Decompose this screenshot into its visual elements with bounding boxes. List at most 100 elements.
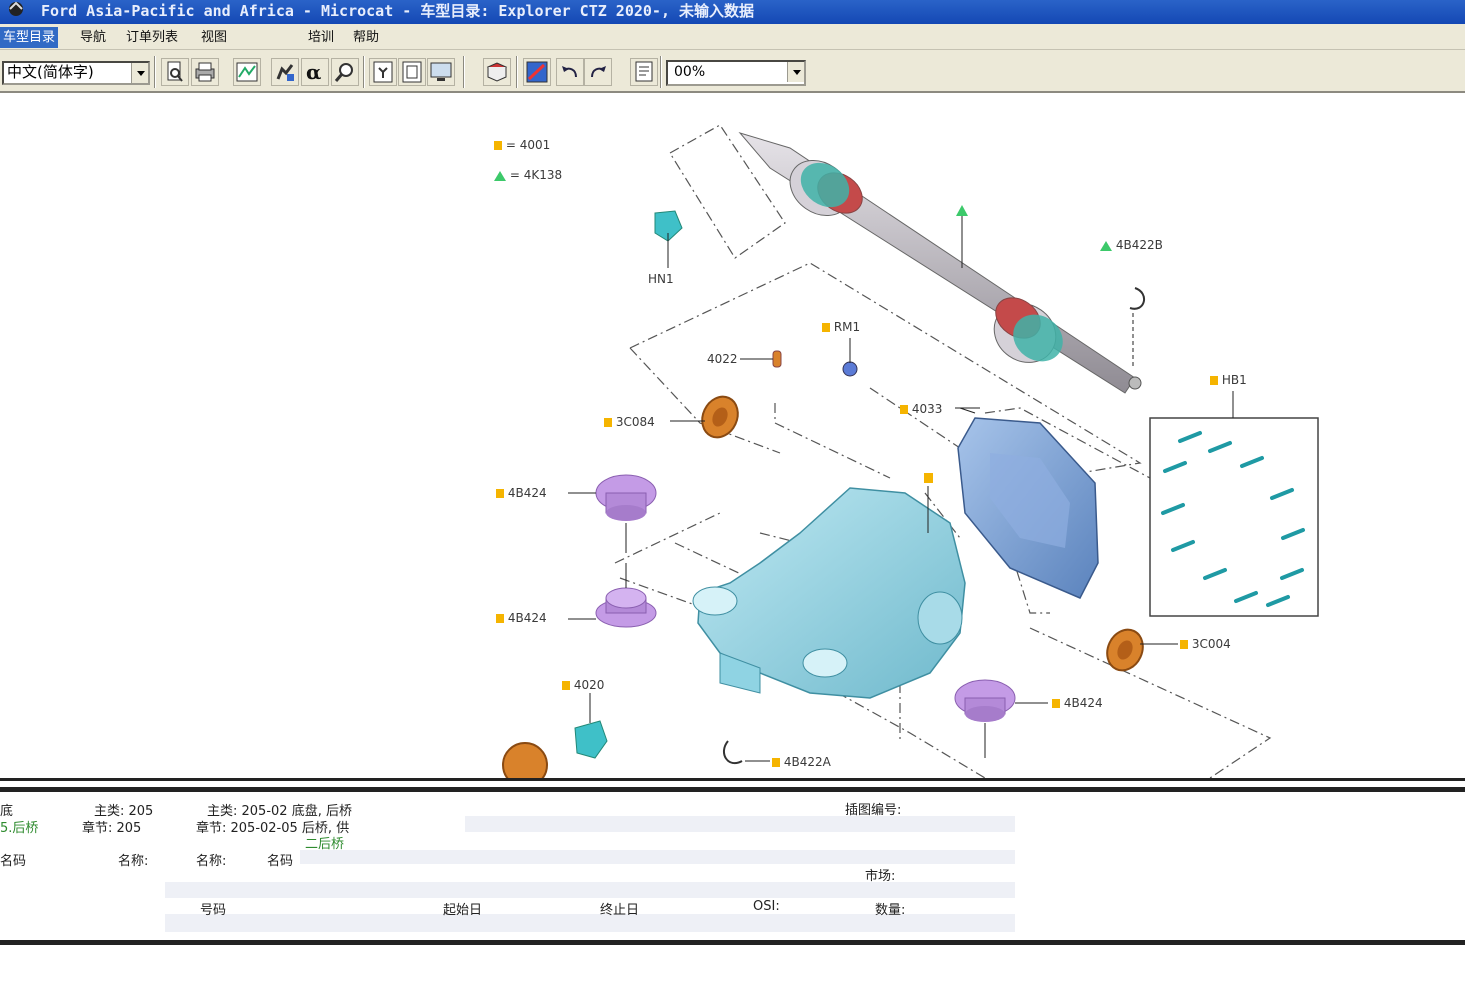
- callout-4022[interactable]: 4022: [707, 352, 738, 366]
- callout-4b424-upper[interactable]: 4B424: [496, 486, 547, 500]
- callout-4b422b[interactable]: 4B422B: [1100, 238, 1163, 252]
- name-label-1: 名称:: [118, 854, 149, 869]
- callout-4b422a[interactable]: 4B422A: [772, 755, 831, 769]
- frame-select-button[interactable]: [369, 58, 397, 86]
- book-icon: [486, 62, 508, 82]
- monitor-icon: [430, 62, 452, 81]
- map-button[interactable]: [233, 58, 261, 86]
- title-bar: Ford Asia-Pacific and Africa - Microcat …: [0, 0, 1465, 24]
- redo-icon: [591, 66, 606, 78]
- col-quantity: 数量:: [875, 903, 906, 918]
- callout-hn1[interactable]: HN1: [648, 272, 674, 286]
- undo-button[interactable]: [556, 58, 584, 86]
- menu-navigation[interactable]: 导航: [77, 27, 109, 48]
- col-number: 号码: [200, 903, 227, 918]
- name-label-2: 名称:: [196, 854, 227, 869]
- callout-3c004[interactable]: 3C004: [1180, 637, 1231, 651]
- frame-icon: [402, 61, 422, 83]
- toolbar-separator: [463, 56, 465, 88]
- square-marker-icon: [562, 681, 570, 690]
- language-value: 中文(简体字): [7, 63, 94, 81]
- square-marker-icon: [1052, 699, 1060, 708]
- square-marker-icon: [822, 323, 830, 332]
- triangle-marker: [956, 205, 968, 216]
- book-button[interactable]: [483, 58, 511, 86]
- window-title: Ford Asia-Pacific and Africa - Microcat …: [41, 2, 755, 20]
- panel-splitter[interactable]: [0, 778, 1465, 792]
- monitor-button[interactable]: [427, 58, 455, 86]
- undo-icon: [562, 66, 577, 78]
- bushing-right: [954, 679, 1016, 722]
- print-button[interactable]: [191, 58, 219, 86]
- snap-ring-4b422b: [1129, 287, 1145, 310]
- frame-button[interactable]: [398, 58, 426, 86]
- callout-rm1[interactable]: RM1: [822, 320, 860, 334]
- flange-seal: [502, 742, 548, 778]
- find-part-button[interactable]: [271, 58, 299, 86]
- microcat-window: Ford Asia-Pacific and Africa - Microcat …: [0, 0, 1465, 1000]
- menu-help[interactable]: 帮助: [350, 27, 382, 48]
- square-marker-icon: [1210, 376, 1218, 385]
- alpha-search-button[interactable]: α: [301, 58, 329, 86]
- microcat-app-icon: [6, 0, 26, 18]
- name-code: 名码: [267, 854, 294, 869]
- magnifier-icon: [334, 63, 353, 82]
- toolbar: 中文(简体字) α 00%: [0, 50, 1465, 93]
- seal-4020: [574, 720, 608, 759]
- redo-button[interactable]: [584, 58, 612, 86]
- section-label: 章节: 205: [82, 821, 142, 836]
- notes-button[interactable]: [630, 58, 658, 86]
- menu-bar: 车型目录 导航 订单列表 视图 培训 帮助: [0, 24, 1465, 50]
- exploded-diagram[interactable]: = 4001 = 4K138 HN1 4B422B RM1 4022 HB1 3…: [0, 93, 1465, 778]
- chevron-down-icon[interactable]: [787, 62, 804, 82]
- printer-icon: [195, 62, 215, 82]
- zoom-value: 00%: [674, 64, 706, 80]
- print-preview-icon: [167, 61, 183, 82]
- snap-ring-4b422a: [723, 740, 743, 764]
- notes-icon: [635, 61, 653, 82]
- print-preview-button[interactable]: [161, 58, 189, 86]
- info-field-strip: [165, 882, 1015, 898]
- callout-4033[interactable]: 4033: [900, 402, 942, 416]
- callout-3c084[interactable]: 3C084: [604, 415, 655, 429]
- menu-training[interactable]: 培训: [305, 27, 337, 48]
- col-start-date: 起始日: [443, 903, 483, 918]
- square-marker-icon: [604, 418, 612, 427]
- square-marker-icon: [1180, 640, 1188, 649]
- cover-4033: [957, 417, 1099, 599]
- illustration-number-label: 插图编号:: [845, 803, 902, 818]
- legend-triangle: = 4K138: [494, 168, 562, 182]
- half-shaft-4K138: [738, 132, 1142, 394]
- zoom-button[interactable]: [331, 58, 359, 86]
- market-label: 市场:: [865, 869, 896, 884]
- frame-select-icon: [373, 61, 393, 83]
- bushing-upper: [595, 474, 657, 521]
- seal-4022: [772, 350, 782, 368]
- menu-order-list[interactable]: 订单列表: [123, 27, 181, 48]
- language-select[interactable]: 中文(简体字): [2, 61, 150, 85]
- nut-hn1: [654, 210, 683, 268]
- menu-view[interactable]: 视图: [198, 27, 230, 48]
- section-detail-extra: 二后桥: [305, 837, 345, 852]
- callout-4020[interactable]: 4020: [562, 678, 604, 692]
- toolbar-separator: [154, 56, 156, 88]
- toolbar-separator: [363, 56, 365, 88]
- section-value-cut: 5.后桥: [0, 821, 39, 836]
- illustration-button[interactable]: [523, 58, 551, 86]
- diagram-artwork: [502, 124, 1319, 778]
- callout-hb1[interactable]: HB1: [1210, 373, 1247, 387]
- col-osi: OSI:: [753, 899, 780, 914]
- square-marker-icon: [494, 141, 502, 150]
- square-marker-icon: [900, 405, 908, 414]
- zoom-select[interactable]: 00%: [666, 60, 806, 86]
- svg-text:α: α: [306, 60, 321, 84]
- bushing-lower: [595, 587, 657, 628]
- part-info-panel: 底 主类: 205 主类: 205-02 底盘, 后桥 插图编号: 5.后桥 章…: [0, 792, 1465, 942]
- callout-4b424-lower[interactable]: 4B424: [496, 611, 547, 625]
- map-icon: [236, 62, 258, 82]
- chevron-down-icon[interactable]: [131, 63, 148, 83]
- square-marker-icon: [772, 758, 780, 767]
- menu-model-catalog[interactable]: 车型目录: [0, 27, 59, 48]
- callout-4b424-right[interactable]: 4B424: [1052, 696, 1103, 710]
- square-marker-icon: [496, 489, 504, 498]
